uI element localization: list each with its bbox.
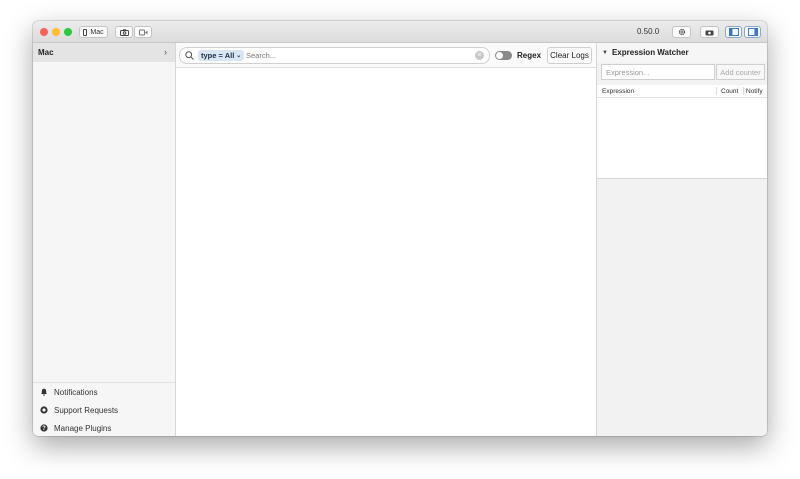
help-icon: ? (40, 424, 48, 432)
search-bar[interactable]: type = All ⌄ × (179, 47, 490, 64)
svg-text:?: ? (42, 426, 46, 432)
filter-token[interactable]: type = All ⌄ (198, 50, 245, 61)
screenshot-button[interactable] (115, 26, 133, 38)
gear-icon (678, 28, 685, 36)
support-icon (40, 406, 48, 414)
camera-icon (119, 28, 129, 36)
sidebar-item-label: Support Requests (54, 405, 119, 415)
device-selector-label: Mac (90, 28, 104, 36)
record-button[interactable] (134, 26, 152, 38)
column-header-count[interactable]: Count (721, 85, 738, 97)
device-header[interactable]: Mac › (33, 43, 175, 62)
expression-watcher-header[interactable]: ▼ Expression Watcher (597, 43, 767, 62)
toggle-left-sidebar-button[interactable] (725, 26, 742, 38)
sidebar-bottom-menu: Notifications Support Requests ? Manage … (33, 382, 175, 436)
clear-logs-button[interactable]: Clear Logs (547, 47, 592, 64)
device-selector-button[interactable]: Mac (79, 26, 108, 38)
sidebar-item-manage-plugins[interactable]: ? Manage Plugins (33, 419, 175, 436)
right-sidebar-icon (747, 28, 758, 36)
filter-token-label: type = All (201, 51, 235, 60)
expression-table: Expression Count Notify (597, 85, 767, 179)
expression-table-header: Expression Count Notify (597, 85, 767, 98)
expression-watcher-panel: ▼ Expression Watcher Expression... Add c… (596, 43, 767, 436)
expression-input[interactable]: Expression... (601, 64, 715, 80)
sidebar-item-support-requests[interactable]: Support Requests (33, 401, 175, 419)
search-input[interactable] (246, 49, 466, 62)
sidebar-item-label: Manage Plugins (54, 423, 112, 433)
zoom-window-button[interactable] (64, 28, 72, 36)
logs-list (176, 68, 596, 436)
regex-toggle-knob (496, 52, 503, 59)
minimize-window-button[interactable] (52, 28, 60, 36)
version-label: 0.50.0 (637, 27, 660, 36)
camera-icon (705, 30, 714, 35)
logs-toolbar: type = All ⌄ × Regex Clear Logs (176, 43, 596, 68)
expression-watcher-title: Expression Watcher (611, 48, 689, 57)
app-window: Mac 0.50.0 Mac › Notifications Support R… (33, 21, 767, 436)
close-window-button[interactable] (40, 28, 48, 36)
phone-icon (83, 28, 88, 36)
search-icon (185, 51, 194, 60)
column-header-notify[interactable]: Notify (746, 85, 763, 97)
chevron-down-icon: ⌄ (236, 53, 242, 59)
bell-icon (40, 388, 48, 396)
settings-button[interactable] (672, 26, 691, 38)
column-header-expression[interactable]: Expression (602, 85, 634, 97)
regex-label: Regex (517, 51, 542, 60)
sidebar: Mac › Notifications Support Requests ? M… (33, 43, 176, 436)
add-counter-button[interactable]: Add counter (716, 64, 765, 80)
column-divider (743, 87, 744, 95)
title-bar: Mac 0.50.0 (33, 21, 767, 43)
toggle-right-sidebar-button[interactable] (744, 26, 761, 38)
video-icon (138, 29, 147, 35)
sidebar-item-notifications[interactable]: Notifications (33, 383, 175, 401)
logs-panel: type = All ⌄ × Regex Clear Logs (176, 43, 596, 436)
column-divider (716, 87, 717, 95)
regex-toggle[interactable] (495, 51, 512, 60)
rage-shake-button[interactable] (700, 26, 719, 38)
expression-input-placeholder: Expression... (606, 67, 650, 77)
triangle-down-icon: ▼ (602, 49, 608, 56)
sidebar-item-label: Notifications (54, 387, 98, 397)
chevron-right-icon: › (164, 47, 167, 57)
clear-search-icon[interactable]: × (475, 51, 484, 60)
device-name: Mac (38, 48, 54, 57)
left-sidebar-icon (728, 28, 739, 36)
